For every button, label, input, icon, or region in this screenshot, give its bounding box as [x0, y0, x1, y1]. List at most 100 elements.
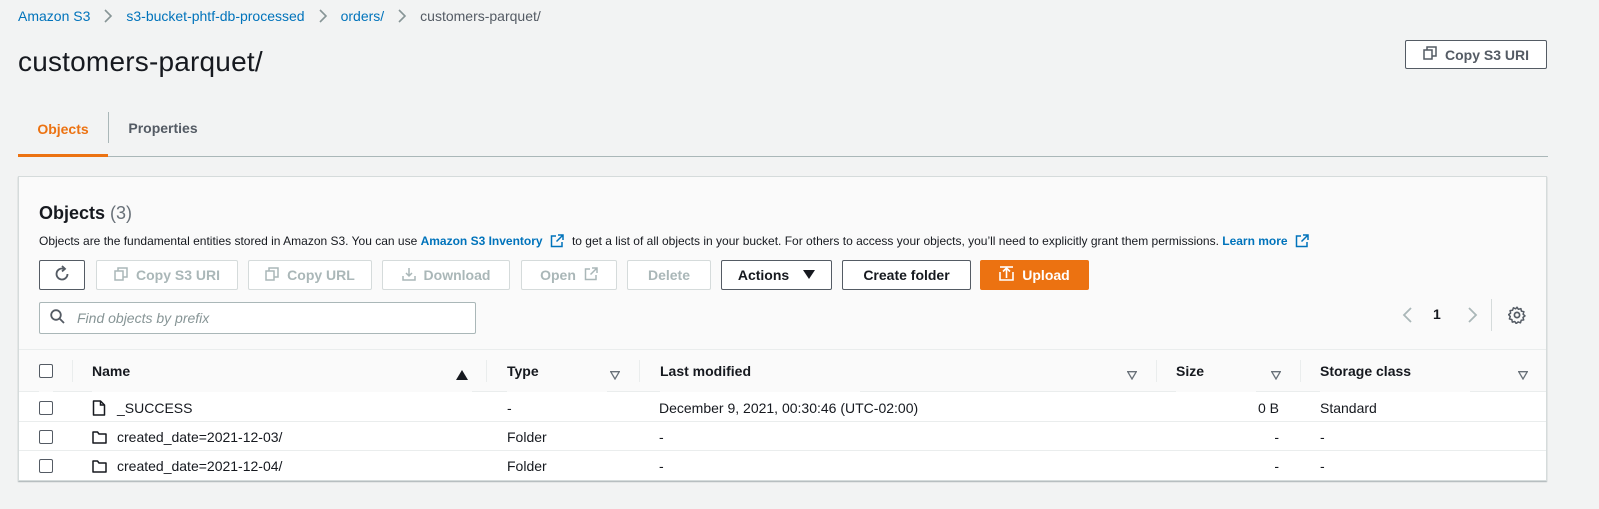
object-storage-class: - — [1320, 428, 1325, 445]
row-checkbox[interactable] — [39, 400, 53, 415]
create-folder-button[interactable]: Create folder — [842, 260, 971, 290]
gear-icon[interactable] — [1507, 306, 1526, 327]
column-name-label: Name — [92, 363, 131, 379]
row-checkbox[interactable] — [39, 458, 53, 473]
description-text-2: to get a list of all objects in your buc… — [568, 234, 1223, 248]
current-page-number[interactable]: 1 — [1433, 306, 1441, 322]
caret-down-icon — [803, 267, 816, 283]
folder-icon — [92, 451, 107, 480]
breadcrumb: Amazon S3 s3-bucket-phtf-db-processed or… — [18, 7, 541, 25]
column-divider — [486, 360, 487, 382]
search-icon — [50, 309, 65, 327]
tab-bar: Objects Properties — [18, 100, 1548, 157]
learn-more-label: Learn more — [1222, 234, 1288, 248]
copy-icon — [265, 266, 279, 284]
sort-icon[interactable] — [1517, 367, 1529, 383]
open-label: Open — [540, 267, 576, 283]
breadcrumb-link-orders[interactable]: orders/ — [341, 8, 385, 24]
breadcrumb-link-amazon-s3[interactable]: Amazon S3 — [18, 8, 90, 24]
select-all-checkbox[interactable] — [39, 364, 53, 378]
object-type: - — [507, 399, 512, 416]
breadcrumb-current: customers-parquet/ — [420, 8, 541, 24]
chevron-right-icon — [384, 9, 420, 23]
create-folder-label: Create folder — [863, 267, 950, 283]
object-size: 0 B — [1257, 399, 1279, 416]
object-type: Folder — [507, 457, 547, 474]
delete-label: Delete — [647, 267, 691, 283]
copy-s3-uri-label: Copy S3 URI — [1444, 46, 1529, 63]
sort-ascending-icon[interactable] — [456, 367, 468, 383]
column-divider — [72, 360, 73, 382]
search-box — [39, 302, 476, 334]
refresh-button[interactable] — [39, 260, 85, 290]
table-row[interactable]: _SUCCESS - December 9, 2021, 00:30:46 (U… — [19, 393, 1546, 422]
search-input[interactable] — [77, 310, 457, 326]
download-button[interactable]: Download — [382, 260, 510, 290]
copy-url-label: Copy URL — [287, 267, 355, 283]
learn-more-link[interactable]: Learn more — [1222, 234, 1309, 248]
upload-button[interactable]: Upload — [980, 260, 1089, 290]
upload-label: Upload — [1022, 267, 1070, 283]
column-size-label: Size — [1176, 363, 1205, 379]
column-type-label: Type — [507, 363, 539, 379]
row-checkbox[interactable] — [39, 429, 53, 444]
select-all-checkbox-cell — [39, 350, 53, 392]
column-header-size[interactable]: Size — [1176, 350, 1256, 392]
file-icon — [92, 393, 106, 422]
copy-s3-uri-button[interactable]: Copy S3 URI — [1405, 40, 1547, 69]
download-label: Download — [423, 267, 491, 283]
objects-description: Objects are the fundamental entities sto… — [39, 234, 1309, 248]
external-link-icon — [550, 234, 564, 248]
copy-icon — [1423, 46, 1437, 63]
column-last-modified-label: Last modified — [660, 363, 752, 379]
page-title: customers-parquet/ — [18, 46, 263, 77]
column-storage-class-label: Storage class — [1320, 363, 1412, 379]
copy-s3-uri-toolbar-button[interactable]: Copy S3 URI — [96, 260, 238, 290]
pagination-divider — [1491, 299, 1492, 331]
object-last-modified: December 9, 2021, 00:30:46 (UTC-02:00) — [659, 399, 919, 416]
row-checkbox-cell — [39, 451, 53, 480]
delete-button[interactable]: Delete — [627, 260, 711, 290]
table-row[interactable]: created_date=2021-12-03/ Folder - - - — [19, 422, 1546, 451]
column-header-type[interactable]: Type — [507, 350, 607, 392]
object-name-link[interactable]: created_date=2021-12-04/ — [117, 451, 282, 480]
object-last-modified: - — [659, 457, 664, 474]
description-text-1: Objects are the fundamental entities sto… — [39, 234, 421, 248]
column-header-storage-class[interactable]: Storage class — [1320, 350, 1470, 392]
actions-label: Actions — [737, 267, 790, 283]
column-header-name[interactable]: Name — [92, 350, 472, 392]
chevron-right-icon — [90, 9, 126, 23]
object-storage-class: - — [1320, 457, 1325, 474]
objects-count: (3) — [110, 203, 133, 223]
object-name-link[interactable]: _SUCCESS — [117, 393, 192, 422]
object-last-modified: - — [659, 428, 664, 445]
tab-objects[interactable]: Objects — [18, 100, 108, 157]
download-icon — [401, 267, 416, 284]
table-row[interactable]: created_date=2021-12-04/ Folder - - - — [19, 451, 1546, 480]
actions-dropdown-button[interactable]: Actions — [721, 260, 832, 290]
copy-icon — [114, 266, 128, 284]
object-size: - — [1274, 428, 1279, 445]
column-divider — [1300, 360, 1301, 382]
column-divider — [1156, 360, 1157, 382]
amazon-s3-inventory-label: Amazon S3 Inventory — [420, 234, 543, 248]
open-button[interactable]: Open — [521, 260, 617, 290]
copy-s3-uri-toolbar-label: Copy S3 URI — [135, 267, 220, 283]
column-header-last-modified[interactable]: Last modified — [660, 350, 860, 392]
sort-icon[interactable] — [1270, 367, 1282, 383]
object-type: Folder — [507, 428, 547, 445]
sort-icon[interactable] — [609, 367, 621, 383]
objects-panel-title: Objects (3) — [39, 203, 132, 224]
tab-properties[interactable]: Properties — [109, 100, 217, 156]
column-divider — [639, 360, 640, 382]
object-name-link[interactable]: created_date=2021-12-03/ — [117, 422, 282, 451]
amazon-s3-inventory-link[interactable]: Amazon S3 Inventory — [421, 234, 564, 248]
copy-url-button[interactable]: Copy URL — [248, 260, 372, 290]
object-storage-class: Standard — [1320, 399, 1377, 416]
breadcrumb-link-bucket[interactable]: s3-bucket-phtf-db-processed — [126, 8, 304, 24]
objects-title-text: Objects — [39, 203, 106, 223]
object-size: - — [1274, 457, 1279, 474]
sort-icon[interactable] — [1126, 367, 1138, 383]
next-page-icon[interactable] — [1465, 306, 1479, 327]
previous-page-icon[interactable] — [1401, 306, 1415, 327]
